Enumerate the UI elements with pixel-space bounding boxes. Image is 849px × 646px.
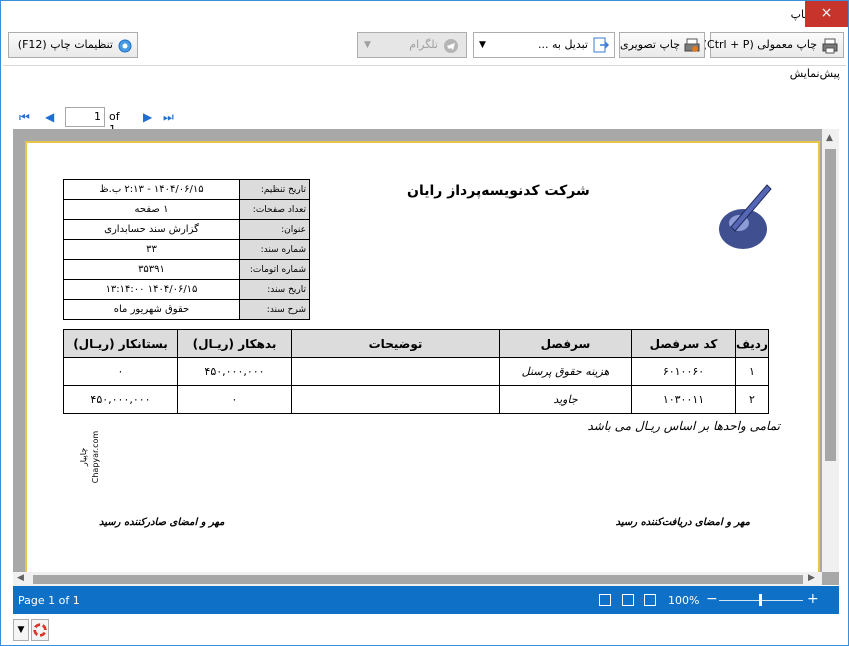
telegram-label: تلگرام [409,38,438,51]
lifebuoy-icon[interactable] [31,619,49,641]
info-label: شرح سند: [239,299,310,320]
info-label: شماره سند: [239,239,310,260]
print-settings-button[interactable]: تنظیمات چاپ (F12) [8,32,138,58]
single-page-view-icon[interactable] [599,594,611,606]
info-value: ۱۴۰۴/۰۶/۱۵ - ۲:۱۳ ب.ظ [63,179,240,200]
horizontal-scroll-thumb[interactable] [33,575,803,584]
preview-label: پیش‌نمایش [789,67,840,80]
column-header: توضیحات [291,329,500,358]
table-cell-debit: ۴۵۰,۰۰۰,۰۰۰ [177,357,292,386]
info-row: حقوق شهریور ماه شرح سند: [63,299,310,320]
column-header: بستانکار (ریـال) [63,329,178,358]
column-header: ردیف [735,329,769,358]
svg-text:چاپیار: چاپیار [79,448,88,467]
table-cell-code: ۶۰۱۰۰۶۰ [631,357,736,386]
gear-icon [118,39,132,53]
pen-logo-icon [719,184,772,249]
print-normal-button[interactable]: چاپ معمولی (Ctrl + P) [703,32,844,58]
column-header: بدهکار (ریـال) [177,329,292,358]
first-page-icon[interactable]: ⏮ [19,110,30,125]
export-icon [593,37,610,53]
convert-label: تبدیل به ... [538,38,588,51]
table-row: ۴۵۰,۰۰۰,۰۰۰ ۰ جاوید ۱۰۳۰۰۱۱ ۲ [63,385,769,414]
table-row: ۰ ۴۵۰,۰۰۰,۰۰۰ هزینه حقوق پرسنل ۶۰۱۰۰۶۰ ۱ [63,357,769,386]
printer-icon [822,38,838,54]
table-cell-account: هزینه حقوق پرسنل [499,357,632,386]
column-header: کد سرفصل [631,329,736,358]
info-value: ۳۵۳۹۱ [63,259,240,280]
next-page-icon[interactable]: ▶ [143,110,152,124]
print-image-label: چاپ تصویری [619,38,680,51]
info-label: شماره اتومات: [239,259,310,280]
company-name: شرکت کدنویسه‌پرداز رایان [407,183,590,199]
scroll-left-icon[interactable]: ◀ [17,573,24,583]
page-number-input[interactable]: 1 [65,107,105,127]
chapyar-watermark: چاپیار Chapyar.com [79,431,100,484]
divider [3,65,846,66]
zoom-slider-handle[interactable] [759,594,762,606]
telegram-icon [444,39,458,53]
page-width-view-icon[interactable] [622,594,634,606]
table-cell-credit: ۴۵۰,۰۰۰,۰۰۰ [63,385,178,414]
bottom-bar: ▼ [1,615,848,645]
report-page: ۱۴۰۴/۰۶/۱۵ - ۲:۱۳ ب.ظ تاریخ تنظیم: ۱ صفحه ت… [25,141,820,572]
voucher-table: بستانکار (ریـال) بدهکار (ریـال) توضیحات سرف… [63,329,769,414]
info-value: ۱۴۰۴/۰۶/۱۵ ۱۳:۱۴:۰۰ [63,279,240,300]
unit-note: تمامی واحدها بر اساس ریـال می باشد [587,419,780,433]
print-settings-label: تنظیمات چاپ (F12) [17,38,113,51]
document-info-table: ۱۴۰۴/۰۶/۱۵ - ۲:۱۳ ب.ظ تاریخ تنظیم: ۱ صفحه ت… [63,179,310,320]
table-cell-desc [291,385,500,414]
column-header: سرفصل [499,329,632,358]
svg-text:Chapyar.com: Chapyar.com [91,431,100,484]
toolbar: چاپ معمولی (Ctrl + P) چاپ تصویری تبدیل ب… [1,29,848,65]
table-cell-account: جاوید [499,385,632,414]
zoom-level: 100% [668,594,700,607]
chevron-down-icon[interactable]: ▼ [13,619,29,641]
table-cell-row: ۲ [735,385,769,414]
info-row: ۱۴۰۴/۰۶/۱۵ - ۲:۱۳ ب.ظ تاریخ تنظیم: [63,179,310,200]
info-label: عنوان: [239,219,310,240]
zoom-out-icon[interactable]: − [706,591,718,607]
info-row: ۳۵۳۹۱ شماره اتومات: [63,259,310,280]
table-cell-row: ۱ [735,357,769,386]
vertical-scrollbar[interactable]: ▲ [822,129,839,572]
info-label: تعداد صفحات: [239,199,310,220]
chevron-down-icon: ▼ [479,40,486,50]
issuer-signature: مهر و امضای صادرکننده رسید [99,517,225,528]
scroll-right-icon[interactable]: ▶ [808,573,815,583]
telegram-button[interactable]: تلگرام ▼ [357,32,467,58]
chevron-down-icon: ▼ [364,40,371,50]
last-page-icon[interactable]: ⏭ [163,110,174,125]
title-bar: پنجره چاپ × [1,1,848,29]
print-window: پنجره چاپ × چاپ معمولی (Ctrl + P) چاپ تص… [0,0,849,646]
info-value: گزارش سند حسابداری [63,219,240,240]
info-row: ۱ صفحه تعداد صفحات: [63,199,310,220]
info-value: ۱ صفحه [63,199,240,220]
vertical-scroll-thumb[interactable] [825,149,836,461]
info-label: تاریخ سند: [239,279,310,300]
receiver-signature: مهر و امضای دریافت‌کننده رسید [615,517,750,528]
convert-dropdown[interactable]: تبدیل به ... ▼ [473,32,615,58]
print-image-button[interactable]: چاپ تصویری [619,32,705,58]
print-normal-label: چاپ معمولی (Ctrl + P) [703,38,817,51]
zoom-in-icon[interactable]: + [807,591,819,607]
status-page-info: Page 1 of 1 [18,594,80,607]
horizontal-scrollbar[interactable]: ◀ ▶ [13,572,822,586]
image-printer-icon [684,38,700,52]
table-cell-code: ۱۰۳۰۰۱۱ [631,385,736,414]
info-row: ۱۴۰۴/۰۶/۱۵ ۱۳:۱۴:۰۰ تاریخ سند: [63,279,310,300]
scroll-up-icon[interactable]: ▲ [826,133,833,143]
info-label: تاریخ تنظیم: [239,179,310,200]
info-value: حقوق شهریور ماه [63,299,240,320]
table-cell-debit: ۰ [177,385,292,414]
info-row: گزارش سند حسابداری عنوان: [63,219,310,240]
table-cell-credit: ۰ [63,357,178,386]
close-button[interactable]: × [805,1,848,27]
info-row: ۳۳ شماره سند: [63,239,310,260]
prev-page-icon[interactable]: ◀ [45,110,54,124]
status-bar: Page 1 of 1 100% − + [13,586,839,614]
multi-page-view-icon[interactable] [644,594,656,606]
info-value: ۳۳ [63,239,240,260]
table-cell-desc [291,357,500,386]
